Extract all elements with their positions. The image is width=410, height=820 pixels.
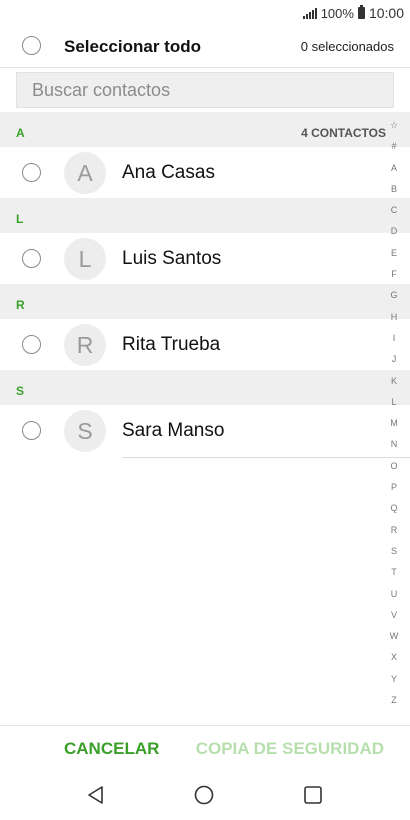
index-letter[interactable]: D [388,226,400,236]
index-letter[interactable]: I [388,333,400,343]
section-letter: L [16,212,24,226]
index-letter[interactable]: S [388,546,400,556]
index-letter[interactable]: L [388,397,400,407]
home-icon[interactable] [192,783,216,807]
index-letter[interactable]: X [388,652,400,662]
index-letter[interactable]: A [388,163,400,173]
avatar: A [64,152,106,194]
select-all-label[interactable]: Seleccionar todo [64,37,201,57]
contact-name: Rita Trueba [122,334,221,355]
battery-percent: 100% [320,5,354,21]
search-input[interactable] [17,73,393,107]
section-header-s: S [0,370,410,405]
contact-checkbox[interactable] [22,249,41,268]
contacts-count: 4 CONTACTOS [301,126,386,140]
clock: 10:00 [368,5,404,21]
index-letter[interactable]: # [388,141,400,151]
section-header-a: A 4 CONTACTOS [0,112,410,147]
battery-icon [357,5,365,19]
section-header-r: R [0,284,410,319]
index-letter[interactable]: Z [388,695,400,705]
avatar: L [64,238,106,280]
index-letter[interactable]: Y [388,674,400,684]
index-letter[interactable]: M [388,418,400,428]
select-all-bar: Seleccionar todo 0 seleccionados [0,26,410,68]
avatar: R [64,324,106,366]
backup-button[interactable]: COPIA DE SEGURIDAD [196,739,384,759]
contact-checkbox[interactable] [22,163,41,182]
index-letter[interactable]: W [388,631,400,641]
contact-name: Luis Santos [122,248,222,269]
index-letter[interactable]: G [388,290,400,300]
contact-row[interactable]: S Sara Manso [0,405,410,458]
index-letter[interactable]: N [388,439,400,449]
contact-checkbox[interactable] [22,421,41,440]
status-bar: 100% 10:00 [0,0,410,26]
index-letter[interactable]: T [388,567,400,577]
section-letter: A [16,126,25,140]
avatar: S [64,410,106,452]
contact-checkbox[interactable] [22,335,41,354]
index-letter[interactable]: U [388,589,400,599]
selected-count: 0 seleccionados [300,39,394,54]
section-letter: S [16,384,25,398]
back-icon[interactable] [84,783,108,807]
index-letter[interactable]: ☆ [388,120,400,130]
select-all-checkbox[interactable] [22,36,41,55]
signal-icon [302,7,317,19]
index-letter[interactable]: Q [388,503,400,513]
section-header-l: L [0,198,410,233]
status-indicators: 100% 10:00 [302,5,404,21]
recent-apps-icon[interactable] [301,783,325,807]
navigation-bar [0,771,410,820]
section-letter: R [16,298,25,312]
contact-row[interactable]: R Rita Trueba [0,319,410,370]
index-letter[interactable]: J [388,354,400,364]
contact-name: Sara Manso [122,420,225,441]
index-letter[interactable]: V [388,610,400,620]
index-letter[interactable]: C [388,205,400,215]
contact-row[interactable]: L Luis Santos [0,233,410,284]
index-letter[interactable]: P [388,482,400,492]
index-letter[interactable]: E [388,248,400,258]
index-letter[interactable]: O [388,461,400,471]
alphabet-index-bar[interactable]: ☆ # A B C D E F G H I J K L M N O P Q R S T U V W X Y Z [388,120,400,710]
index-letter[interactable]: K [388,376,400,386]
cancel-button[interactable]: CANCELAR [64,739,159,759]
index-letter[interactable]: H [388,312,400,322]
contact-list: A 4 CONTACTOS A Ana Casas L L Luis Santo… [0,112,410,458]
index-letter[interactable]: F [388,269,400,279]
index-letter[interactable]: R [388,525,400,535]
search-box[interactable] [16,72,394,108]
index-letter[interactable]: B [388,184,400,194]
divider [122,457,410,458]
contact-row[interactable]: A Ana Casas [0,147,410,198]
contact-name: Ana Casas [122,162,215,183]
action-bar: CANCELAR COPIA DE SEGURIDAD [0,725,410,771]
